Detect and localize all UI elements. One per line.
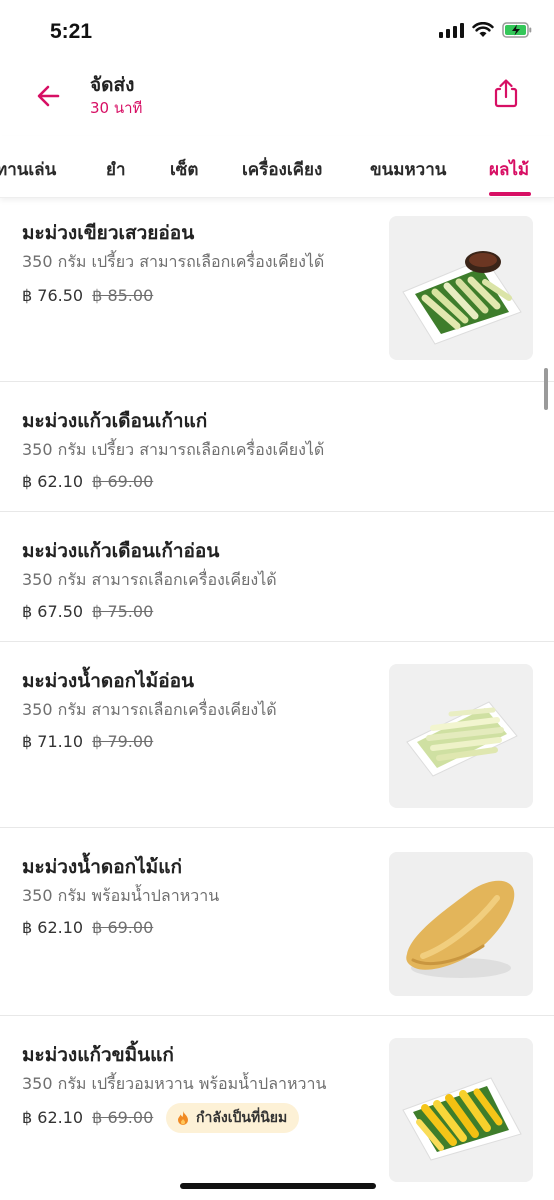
item-original-price: ฿ 69.00 bbox=[92, 1108, 154, 1127]
tab-desserts[interactable]: ขนมหวาน bbox=[370, 156, 446, 183]
whole-mango-image bbox=[389, 852, 533, 996]
item-price-row: ฿ 62.10 ฿ 69.00 bbox=[22, 1108, 153, 1127]
green-mango-image bbox=[389, 216, 533, 360]
tab-set[interactable]: เซ็ต bbox=[170, 156, 198, 183]
header: จัดส่ง 30 นาที bbox=[0, 60, 554, 136]
item-price: ฿ 62.10 bbox=[22, 918, 84, 937]
item-price: ฿ 62.10 bbox=[22, 1108, 84, 1127]
menu-item[interactable]: มะม่วงน้ำดอกไม้แก่ 350 กรัม พร้อมน้ำปลาห… bbox=[0, 828, 554, 1016]
menu-item[interactable]: มะม่วงแก้วเดือนเก้าแก่ 350 กรัม เปรี้ยว … bbox=[0, 382, 554, 512]
item-name: มะม่วงแก้วเดือนเก้าแก่ bbox=[22, 410, 208, 432]
item-price: ฿ 67.50 bbox=[22, 602, 84, 621]
item-price-row: ฿ 62.10 ฿ 69.00 bbox=[22, 918, 153, 937]
item-image bbox=[389, 1038, 533, 1182]
item-original-price: ฿ 69.00 bbox=[92, 918, 154, 937]
fire-icon bbox=[178, 1111, 188, 1125]
item-original-price: ฿ 69.00 bbox=[92, 472, 154, 491]
pale-mango-image bbox=[389, 664, 533, 808]
item-original-price: ฿ 79.00 bbox=[92, 732, 154, 751]
tab-side-dishes[interactable]: เครื่องเคียง bbox=[242, 156, 322, 183]
item-image bbox=[389, 852, 533, 996]
item-price-row: ฿ 71.10 ฿ 79.00 bbox=[22, 732, 153, 751]
item-name: มะม่วงน้ำดอกไม้อ่อน bbox=[22, 670, 195, 692]
item-description: 350 กรัม สามารถเลือกเครื่องเคียงได้ bbox=[22, 570, 277, 589]
item-image bbox=[389, 216, 533, 360]
item-name: มะม่วงแก้วขมิ้นแก่ bbox=[22, 1044, 174, 1066]
item-description: 350 กรัม เปรี้ยวอมหวาน พร้อมน้ำปลาหวาน bbox=[22, 1074, 327, 1093]
share-button[interactable] bbox=[488, 76, 524, 112]
category-tabs: ทานเล่น ยำ เซ็ต เครื่องเคียง ขนมหวาน ผลไ… bbox=[0, 136, 554, 198]
item-name: มะม่วงแก้วเดือนเก้าอ่อน bbox=[22, 540, 220, 562]
item-description: 350 กรัม พร้อมน้ำปลาหวาน bbox=[22, 886, 220, 905]
item-price-row: ฿ 67.50 ฿ 75.00 bbox=[22, 602, 153, 621]
yellow-mango-image bbox=[389, 1038, 533, 1182]
status-bar: 5:21 bbox=[0, 0, 554, 60]
delivery-time: 30 นาที bbox=[90, 99, 143, 117]
back-button[interactable] bbox=[32, 78, 68, 114]
item-original-price: ฿ 75.00 bbox=[92, 602, 154, 621]
item-description: 350 กรัม เปรี้ยว สามารถเลือกเครื่องเคียง… bbox=[22, 252, 325, 271]
share-icon bbox=[494, 79, 518, 108]
menu-item[interactable]: มะม่วงน้ำดอกไม้อ่อน 350 กรัม สามารถเลือก… bbox=[0, 642, 554, 828]
active-tab-indicator bbox=[489, 192, 531, 196]
item-price-row: ฿ 76.50 ฿ 85.00 bbox=[22, 286, 153, 305]
item-price: ฿ 71.10 bbox=[22, 732, 84, 751]
item-price: ฿ 62.10 bbox=[22, 472, 84, 491]
battery-charging-icon bbox=[502, 22, 532, 38]
item-name: มะม่วงเขียวเสวยอ่อน bbox=[22, 222, 195, 244]
status-time: 5:21 bbox=[50, 20, 93, 43]
tab-yum[interactable]: ยำ bbox=[106, 156, 126, 183]
menu-item[interactable]: มะม่วงเขียวเสวยอ่อน 350 กรัม เปรี้ยว สาม… bbox=[0, 200, 554, 382]
tab-fruits[interactable]: ผลไม้ bbox=[489, 156, 529, 183]
item-price: ฿ 76.50 bbox=[22, 286, 84, 305]
item-description: 350 กรัม เปรี้ยว สามารถเลือกเครื่องเคียง… bbox=[22, 440, 325, 459]
scrollbar[interactable] bbox=[544, 368, 548, 410]
item-original-price: ฿ 85.00 bbox=[92, 286, 154, 305]
item-name: มะม่วงน้ำดอกไม้แก่ bbox=[22, 856, 182, 878]
menu-item[interactable]: มะม่วงแก้วขมิ้นแก่ 350 กรัม เปรี้ยวอมหวา… bbox=[0, 1016, 554, 1200]
menu-item[interactable]: มะม่วงแก้วเดือนเก้าอ่อน 350 กรัม สามารถเ… bbox=[0, 512, 554, 642]
cellular-signal-icon bbox=[439, 22, 464, 38]
home-indicator[interactable] bbox=[180, 1183, 376, 1189]
status-icons bbox=[439, 22, 532, 38]
tab-snacks[interactable]: ทานเล่น bbox=[0, 156, 56, 183]
item-description: 350 กรัม สามารถเลือกเครื่องเคียงได้ bbox=[22, 700, 277, 719]
wifi-icon bbox=[472, 22, 494, 37]
arrow-left-icon bbox=[37, 85, 60, 107]
badge-label: กำลังเป็นที่นิยม bbox=[196, 1110, 288, 1126]
item-image bbox=[389, 664, 533, 808]
item-price-row: ฿ 62.10 ฿ 69.00 bbox=[22, 472, 153, 491]
popular-badge: กำลังเป็นที่นิยม bbox=[166, 1103, 300, 1133]
